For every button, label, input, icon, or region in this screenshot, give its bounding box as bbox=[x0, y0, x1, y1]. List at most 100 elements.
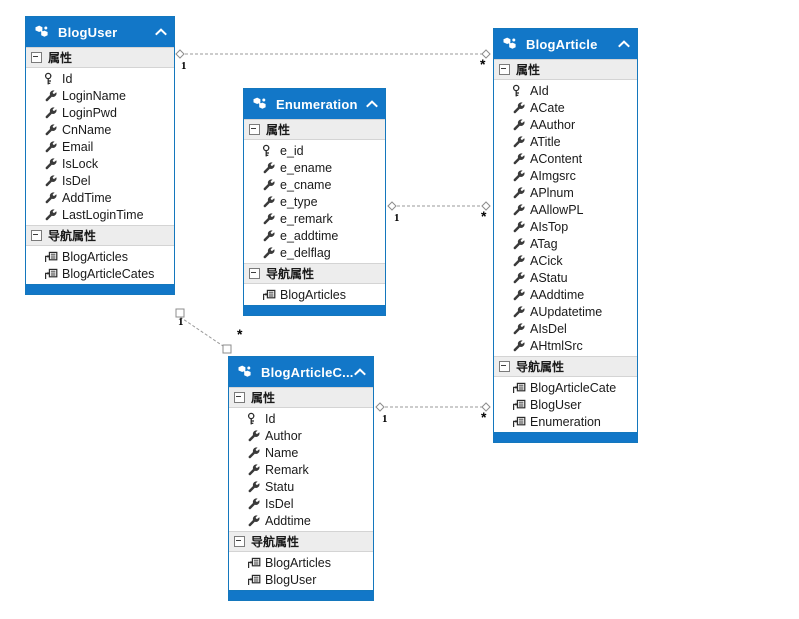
property-list: e_ide_enamee_cnamee_type e_remarke_addtim… bbox=[244, 140, 385, 263]
section-header-navigation[interactable]: 导航属性 bbox=[494, 356, 637, 377]
chevron-up-icon[interactable] bbox=[617, 37, 631, 51]
navigation-property-row[interactable]: BlogArticles bbox=[26, 248, 174, 265]
association-bloguser-blogarticlecate[interactable] bbox=[176, 309, 231, 353]
property-row[interactable]: Name bbox=[229, 444, 373, 461]
property-row[interactable]: ATitle bbox=[494, 133, 637, 150]
association-enumeration-blogarticle[interactable] bbox=[388, 202, 490, 210]
property-row[interactable]: e_cname bbox=[244, 176, 385, 193]
property-row[interactable]: AId bbox=[494, 82, 637, 99]
property-row[interactable]: Id bbox=[26, 70, 174, 87]
property-row[interactable]: e_ename bbox=[244, 159, 385, 176]
chevron-up-icon[interactable] bbox=[154, 25, 168, 39]
property-row[interactable]: AUpdatetime bbox=[494, 303, 637, 320]
property-row[interactable]: CnName bbox=[26, 121, 174, 138]
entity-title: BlogUser bbox=[58, 25, 154, 40]
collapse-toggle-icon[interactable] bbox=[249, 268, 260, 279]
property-row[interactable]: Email bbox=[26, 138, 174, 155]
collapse-toggle-icon[interactable] bbox=[499, 64, 510, 75]
navigation-property-row[interactable]: Enumeration bbox=[494, 413, 637, 430]
property-name: AAddtime bbox=[530, 288, 584, 302]
section-header-scalar[interactable]: 属性 bbox=[26, 47, 174, 68]
property-row[interactable]: AddTime bbox=[26, 189, 174, 206]
property-name: AAuthor bbox=[530, 118, 575, 132]
property-row[interactable]: Statu bbox=[229, 478, 373, 495]
collapse-toggle-icon[interactable] bbox=[31, 230, 42, 241]
property-row[interactable]: e_id bbox=[244, 142, 385, 159]
property-row[interactable]: AIsTop bbox=[494, 218, 637, 235]
navigation-property-row[interactable]: BlogUser bbox=[229, 571, 373, 588]
navigation-property-row[interactable]: BlogArticles bbox=[229, 554, 373, 571]
section-header-scalar[interactable]: 属性 bbox=[229, 387, 373, 408]
section-header-scalar[interactable]: 属性 bbox=[494, 59, 637, 80]
property-row[interactable]: LoginPwd bbox=[26, 104, 174, 121]
chevron-up-icon[interactable] bbox=[353, 365, 367, 379]
entity-title: BlogArticle bbox=[526, 37, 617, 52]
property-row[interactable]: ATag bbox=[494, 235, 637, 252]
scalar-property-icon bbox=[44, 191, 58, 205]
property-row[interactable]: ACate bbox=[494, 99, 637, 116]
entity-header-blogarticle[interactable]: BlogArticle bbox=[494, 29, 637, 59]
navigation-property-row[interactable]: BlogArticles bbox=[244, 286, 385, 303]
property-row[interactable]: Remark bbox=[229, 461, 373, 478]
scalar-property-icon bbox=[44, 123, 58, 137]
navigation-property-icon bbox=[247, 556, 261, 570]
property-row[interactable]: AContent bbox=[494, 150, 637, 167]
collapse-toggle-icon[interactable] bbox=[249, 124, 260, 135]
property-row[interactable]: e_addtime bbox=[244, 227, 385, 244]
navigation-property-row[interactable]: BlogArticleCate bbox=[494, 379, 637, 396]
scalar-property-icon bbox=[512, 237, 526, 251]
entity-blogarticle[interactable]: BlogArticle 属性 AIdACate AAuthorATitleAConte… bbox=[493, 28, 638, 443]
chevron-up-icon[interactable] bbox=[365, 97, 379, 111]
navigation-property-row[interactable]: BlogArticleCates bbox=[26, 265, 174, 282]
section-header-navigation[interactable]: 导航属性 bbox=[26, 225, 174, 246]
section-header-scalar[interactable]: 属性 bbox=[244, 119, 385, 140]
section-header-navigation[interactable]: 导航属性 bbox=[244, 263, 385, 284]
property-row[interactable]: AAllowPL bbox=[494, 201, 637, 218]
association-blogarticlecate-blogarticle[interactable] bbox=[376, 403, 490, 411]
collapse-toggle-icon[interactable] bbox=[31, 52, 42, 63]
property-name: BlogArticles bbox=[265, 556, 331, 570]
property-list: BlogArticlesBlogArticleCates bbox=[26, 246, 174, 284]
property-row[interactable]: AStatu bbox=[494, 269, 637, 286]
property-row[interactable]: LoginName bbox=[26, 87, 174, 104]
collapse-toggle-icon[interactable] bbox=[499, 361, 510, 372]
property-row[interactable]: Addtime bbox=[229, 512, 373, 529]
entity-header-bloguser[interactable]: BlogUser bbox=[26, 17, 174, 47]
entity-enumeration[interactable]: Enumeration属性 e_ide_enamee_cnamee_type e_r… bbox=[243, 88, 386, 316]
property-list: IdAuthorNameRemark StatuIsDelAddtime bbox=[229, 408, 373, 531]
collapse-toggle-icon[interactable] bbox=[234, 536, 245, 547]
property-row[interactable]: APlnum bbox=[494, 184, 637, 201]
property-row[interactable]: e_delflag bbox=[244, 244, 385, 261]
collapse-toggle-icon[interactable] bbox=[234, 392, 245, 403]
property-row[interactable]: AAddtime bbox=[494, 286, 637, 303]
property-row[interactable]: IsLock bbox=[26, 155, 174, 172]
section-header-navigation[interactable]: 导航属性 bbox=[229, 531, 373, 552]
scalar-property-icon bbox=[512, 203, 526, 217]
property-row[interactable]: ACick bbox=[494, 252, 637, 269]
property-name: BlogArticles bbox=[62, 250, 128, 264]
entity-header-enumeration[interactable]: Enumeration bbox=[244, 89, 385, 119]
navigation-property-icon bbox=[512, 381, 526, 395]
property-row[interactable]: Author bbox=[229, 427, 373, 444]
entity-header-blogarticlecate[interactable]: BlogArticleC... bbox=[229, 357, 373, 387]
property-row[interactable]: Id bbox=[229, 410, 373, 427]
property-row[interactable]: IsDel bbox=[26, 172, 174, 189]
property-name: Statu bbox=[265, 480, 294, 494]
multiplicity-label: 1 bbox=[178, 316, 184, 328]
key-icon bbox=[262, 144, 276, 158]
property-row[interactable]: AHtmlSrc bbox=[494, 337, 637, 354]
entity-blogarticlecate[interactable]: BlogArticleC...属性 IdAuthorNameRemark Statu… bbox=[228, 356, 374, 601]
property-row[interactable]: AImgsrc bbox=[494, 167, 637, 184]
association-bloguser-blogarticle[interactable] bbox=[176, 50, 490, 58]
entity-footer bbox=[494, 432, 637, 442]
property-row[interactable]: AAuthor bbox=[494, 116, 637, 133]
property-row[interactable]: e_type bbox=[244, 193, 385, 210]
property-row[interactable]: AIsDel bbox=[494, 320, 637, 337]
property-row[interactable]: e_remark bbox=[244, 210, 385, 227]
property-row[interactable]: IsDel bbox=[229, 495, 373, 512]
navigation-property-row[interactable]: BlogUser bbox=[494, 396, 637, 413]
property-row[interactable]: LastLoginTime bbox=[26, 206, 174, 223]
section-label: 导航属性 bbox=[266, 265, 314, 282]
entity-bloguser[interactable]: BlogUser 属性 IdLoginNameLoginPwdCnNameEmail… bbox=[25, 16, 175, 295]
property-name: e_remark bbox=[280, 212, 333, 226]
